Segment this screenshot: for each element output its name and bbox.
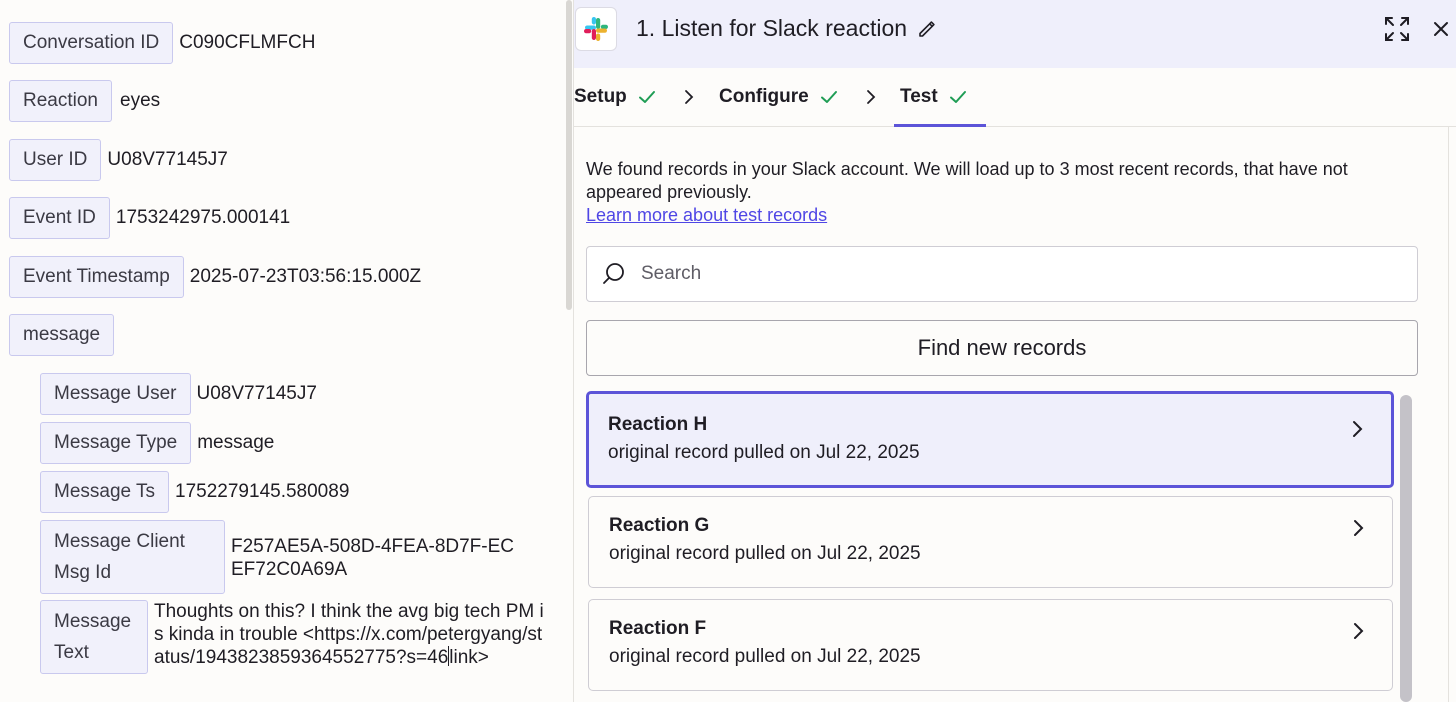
field-label: Message User (40, 373, 191, 415)
field-label: Message Text (40, 600, 148, 674)
chevron-right-icon (867, 90, 876, 104)
field-row-reaction: Reaction eyes (9, 80, 160, 122)
field-row-user-id: User ID U08V77145J7 (9, 139, 228, 181)
field-label: Event Timestamp (9, 256, 184, 298)
panel-scroll-track (1448, 127, 1449, 702)
field-row-message-user: Message User U08V77145J7 (40, 373, 317, 415)
record-item[interactable]: Reaction F original record pulled on Jul… (588, 599, 1393, 691)
field-value: 1752279145.580089 (175, 481, 350, 502)
search-icon (603, 263, 624, 284)
field-row-message-type: Message Type message (40, 422, 274, 464)
field-label: Reaction (9, 80, 112, 122)
records-scrollbar[interactable] (1400, 395, 1412, 702)
chevron-right-icon (1353, 421, 1363, 437)
record-subtitle: original record pulled on Jul 22, 2025 (609, 543, 921, 564)
record-title: Reaction H (608, 414, 708, 435)
field-value: C090CFLMFCH (179, 32, 316, 53)
record-title: Reaction F (609, 618, 707, 639)
field-label: Event ID (9, 197, 110, 239)
tab-setup[interactable]: Setup (574, 68, 657, 126)
check-icon (820, 91, 837, 103)
record-item[interactable]: Reaction H original record pulled on Jul… (586, 391, 1394, 488)
field-value: message (197, 432, 275, 453)
field-label: Conversation ID (9, 22, 174, 64)
record-item[interactable]: Reaction G original record pulled on Jul… (588, 496, 1393, 588)
tab-label: Configure (719, 86, 809, 107)
record-subtitle: original record pulled on Jul 22, 2025 (609, 646, 921, 667)
field-value: U08V77145J7 (196, 383, 317, 404)
field-value: U08V77145J7 (107, 149, 228, 170)
group-label: message (9, 314, 115, 356)
search-input[interactable] (641, 263, 1401, 285)
field-row-event-timestamp: Event Timestamp 2025-07-23T03:56:15.000Z (9, 256, 421, 298)
record-subtitle: original record pulled on Jul 22, 2025 (608, 442, 920, 463)
field-label: Message Client Msg Id (40, 520, 225, 594)
step-editor-panel: 1. Listen for Slack reaction Setup Confi (574, 0, 1456, 702)
record-title: Reaction G (609, 515, 710, 536)
chevron-right-icon (1354, 623, 1364, 639)
check-icon (949, 91, 966, 103)
field-row-event-id: Event ID 1753242975.000141 (9, 197, 290, 239)
field-value: F257AE5A-508D-4FEA-8D7F-ECEF72C0A69A (231, 536, 514, 580)
field-row-conversation-id: Conversation ID C090CFLMFCH (9, 22, 315, 64)
tab-configure[interactable]: Configure (719, 68, 839, 126)
field-group-message: message (9, 314, 115, 356)
test-intro: We found records in your Slack account. … (586, 158, 1406, 227)
field-value: 1753242975.000141 (115, 207, 291, 228)
find-new-records-button[interactable]: Find new records (586, 320, 1418, 376)
message-text-part: link> (449, 647, 489, 668)
tab-test[interactable]: Test (894, 68, 986, 127)
search-box[interactable] (586, 246, 1418, 302)
field-label: User ID (9, 139, 102, 181)
record-details-panel: Conversation ID C090CFLMFCH Reaction eye… (0, 0, 565, 702)
chevron-right-icon (1354, 520, 1364, 536)
step-title-text: 1. Listen for Slack reaction (636, 15, 908, 41)
field-row-message-client-msg-id: Message Client Msg Id F257AE5A-508D-4FEA… (40, 520, 521, 594)
check-icon (638, 91, 655, 103)
intro-text: We found records in your Slack account. … (586, 159, 1348, 202)
slack-logo-icon (575, 7, 617, 51)
learn-more-link[interactable]: Learn more about test records (586, 205, 827, 225)
expand-icon[interactable] (1384, 16, 1410, 42)
field-value: Thoughts on this? I think the avg big te… (154, 600, 552, 669)
slack-logo (584, 17, 608, 41)
field-label: Message Type (40, 422, 192, 464)
field-value: eyes (120, 90, 161, 111)
field-row-message-ts: Message Ts 1752279145.580089 (40, 471, 349, 513)
field-row-message-text: Message Text Thoughts on this? I think t… (40, 600, 552, 674)
close-icon[interactable] (1430, 18, 1452, 40)
chevron-right-icon (685, 90, 694, 104)
left-scrollbar[interactable] (566, 0, 572, 310)
tab-label: Setup (574, 86, 627, 107)
step-tabs: Setup Configure Test (574, 68, 1456, 127)
step-header: 1. Listen for Slack reaction (574, 0, 1456, 68)
field-label: Message Ts (40, 471, 170, 513)
step-title[interactable]: 1. Listen for Slack reaction (636, 15, 937, 42)
tab-label: Test (900, 86, 938, 107)
pencil-icon[interactable] (917, 19, 937, 39)
field-value: 2025-07-23T03:56:15.000Z (189, 266, 422, 287)
